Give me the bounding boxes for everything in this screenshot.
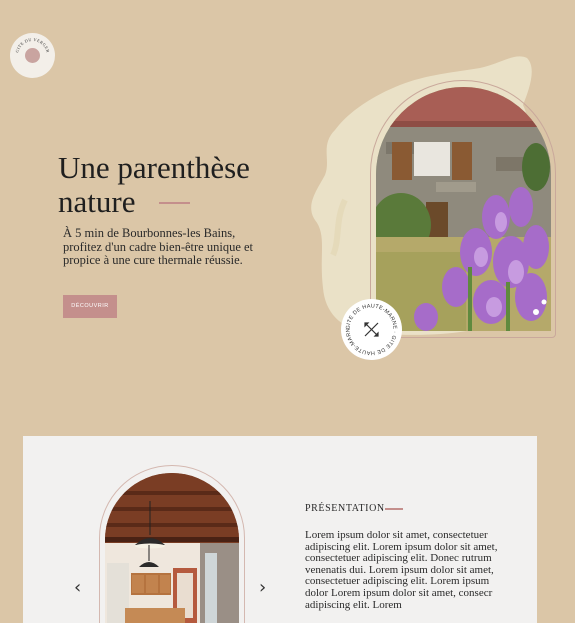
presentation-body: Lorem ipsum dolor sit amet, consectetuer… <box>305 529 498 611</box>
interior-kitchen-photo <box>105 473 239 623</box>
hero-description: À 5 min de Bourbonnes-les Bains, profite… <box>63 226 254 268</box>
discover-button[interactable]: DÉCOUVRIR <box>63 295 117 318</box>
leaf-emblem-icon <box>25 48 40 63</box>
hero-title-line1: Une parenthèse <box>58 150 250 185</box>
chevron-right-icon[interactable]: › <box>259 578 266 598</box>
crossed-arrows-icon <box>364 322 379 337</box>
chevron-left-icon[interactable]: ‹ <box>74 578 81 598</box>
hero-title-line2: nature <box>58 184 136 219</box>
hero-house-photo <box>376 87 551 331</box>
presentation-label: PRÉSENTATION <box>305 503 385 514</box>
hero-title: Une parenthèse nature <box>58 151 250 219</box>
presentation-accent-line <box>385 508 403 510</box>
title-accent-line <box>159 202 190 204</box>
gite-badge: GITE DE HAUTE-MARNE · GITE DE HAUTE-MARN… <box>339 295 402 360</box>
site-logo[interactable]: GITE DU VERGER <box>10 33 55 78</box>
